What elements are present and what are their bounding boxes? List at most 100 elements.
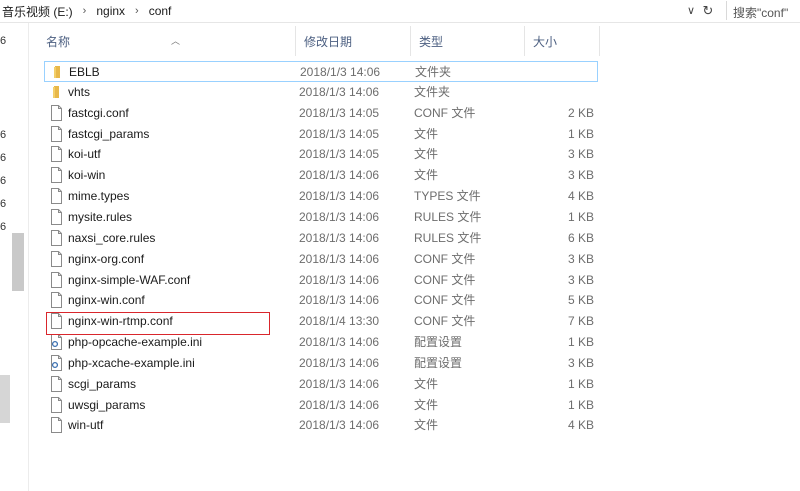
file-row[interactable]: fastcgi_params 2018/1/3 14:05 文件 1 KB bbox=[44, 124, 598, 145]
file-size: 6 KB bbox=[567, 230, 594, 245]
breadcrumb-nginx[interactable]: nginx bbox=[94, 4, 127, 18]
file-date: 2018/1/3 14:06 bbox=[299, 293, 380, 308]
file-row[interactable]: uwsgi_params 2018/1/3 14:06 文件 1 KB bbox=[44, 395, 598, 416]
file-name: koi-win bbox=[68, 168, 106, 183]
file-date: 2018/1/3 14:06 bbox=[299, 355, 380, 370]
file-icon bbox=[51, 271, 62, 288]
column-name-label: 名称 bbox=[46, 35, 71, 49]
file-row[interactable]: nginx-simple-WAF.conf 2018/1/3 14:06 CONF … bbox=[44, 270, 598, 291]
column-size[interactable]: 大小 bbox=[525, 26, 600, 56]
navigation-pane[interactable]: 6 6 6 6 6 6 bbox=[0, 23, 29, 491]
nav-scrollbar-thumb[interactable] bbox=[12, 233, 24, 291]
file-date: 2018/1/3 14:05 bbox=[299, 105, 380, 120]
file-date: 2018/1/3 14:06 bbox=[299, 397, 380, 412]
file-row[interactable]: naxsi_core.rules 2018/1/3 14:06 RULES 文件 6 … bbox=[44, 228, 598, 249]
file-type: 配置设置 bbox=[414, 335, 463, 350]
file-type: TYPES 文件 bbox=[414, 189, 481, 204]
file-row[interactable]: koi-win 2018/1/3 14:06 文件 3 KB bbox=[44, 165, 598, 186]
file-icon bbox=[51, 167, 62, 184]
file-row[interactable]: koi-utf 2018/1/3 14:05 文件 3 KB bbox=[44, 144, 598, 165]
file-date: 2018/1/3 14:05 bbox=[299, 126, 380, 141]
file-size: 4 KB bbox=[567, 418, 594, 433]
file-date: 2018/1/3 14:06 bbox=[299, 168, 380, 183]
breadcrumb-conf[interactable]: conf bbox=[147, 4, 174, 18]
file-type: CONF 文件 bbox=[414, 251, 476, 266]
file-row[interactable]: mime.types 2018/1/3 14:06 TYPES 文件 4 KB bbox=[44, 186, 598, 207]
column-name[interactable]: 名称 ︿ bbox=[38, 26, 296, 56]
file-date: 2018/1/3 14:06 bbox=[299, 84, 380, 99]
file-type: CONF 文件 bbox=[414, 314, 476, 329]
file-row[interactable]: mysite.rules 2018/1/3 14:06 RULES 文件 1 KB bbox=[44, 207, 598, 228]
file-name: php-opcache-example.ini bbox=[68, 335, 203, 350]
file-row[interactable]: scgi_params 2018/1/3 14:06 文件 1 KB bbox=[44, 374, 598, 395]
nav-item[interactable]: 6 bbox=[0, 35, 6, 47]
file-name: uwsgi_params bbox=[68, 397, 146, 412]
file-row[interactable]: vhts 2018/1/3 14:06 文件夹 bbox=[44, 82, 598, 103]
file-size: 1 KB bbox=[567, 335, 594, 350]
file-icon bbox=[51, 292, 62, 309]
file-date: 2018/1/3 14:06 bbox=[299, 230, 380, 245]
file-size: 2 KB bbox=[567, 105, 594, 120]
file-row[interactable]: EBLB 2018/1/3 14:06 文件夹 bbox=[44, 61, 598, 82]
chevron-down-icon[interactable]: ∨ bbox=[684, 2, 698, 20]
breadcrumb-drive[interactable]: 音乐视频 (E:) bbox=[0, 3, 75, 20]
file-icon bbox=[51, 229, 62, 246]
file-name: php-xcache-example.ini bbox=[68, 355, 195, 370]
file-row[interactable]: nginx-win.conf 2018/1/3 14:06 CONF 文件 5 KB bbox=[44, 290, 598, 311]
file-date: 2018/1/3 14:06 bbox=[299, 189, 380, 204]
file-date: 2018/1/3 14:06 bbox=[299, 335, 380, 350]
file-name: win-utf bbox=[68, 418, 104, 433]
nav-item[interactable]: 6 bbox=[0, 221, 6, 233]
file-date: 2018/1/3 14:06 bbox=[299, 418, 380, 433]
highlight-box bbox=[46, 312, 270, 335]
file-icon bbox=[51, 208, 62, 225]
file-icon bbox=[51, 188, 62, 205]
nav-item[interactable]: 6 bbox=[0, 152, 6, 164]
file-name: nginx-org.conf bbox=[68, 251, 145, 266]
file-size: 3 KB bbox=[567, 168, 594, 183]
sort-ascending-icon: ︿ bbox=[171, 36, 181, 46]
file-name: nginx-win.conf bbox=[68, 293, 145, 308]
file-row[interactable]: win-utf 2018/1/3 14:06 文件 4 KB bbox=[44, 415, 598, 436]
file-name: vhts bbox=[68, 84, 91, 99]
file-type: 文件 bbox=[414, 126, 439, 141]
file-icon bbox=[51, 104, 62, 121]
chevron-right-icon[interactable]: › bbox=[75, 5, 95, 17]
folder-icon bbox=[53, 85, 59, 98]
file-type: 文件 bbox=[414, 418, 439, 433]
file-row[interactable]: nginx-org.conf 2018/1/3 14:06 CONF 文件 3 KB bbox=[44, 249, 598, 270]
file-row[interactable]: php-opcache-example.ini 2018/1/3 14:06 配置设… bbox=[44, 332, 598, 353]
file-type: 文件 bbox=[414, 168, 439, 183]
address-bar: 音乐视频 (E:) › nginx › conf ∨ ↻ 搜索"conf" bbox=[0, 0, 800, 23]
file-name: mysite.rules bbox=[68, 209, 133, 224]
file-size: 3 KB bbox=[567, 147, 594, 162]
nav-item[interactable]: 6 bbox=[0, 175, 6, 187]
file-date: 2018/1/4 13:30 bbox=[299, 314, 380, 329]
file-size: 5 KB bbox=[567, 293, 594, 308]
file-row[interactable]: fastcgi.conf 2018/1/3 14:05 CONF 文件 2 KB bbox=[44, 103, 598, 124]
breadcrumb[interactable]: 音乐视频 (E:) › nginx › conf bbox=[0, 3, 173, 19]
file-name: nginx-simple-WAF.conf bbox=[68, 272, 191, 287]
search-input[interactable]: 搜索"conf" bbox=[733, 4, 788, 21]
file-name: EBLB bbox=[69, 65, 100, 79]
file-date: 2018/1/3 14:06 bbox=[300, 65, 381, 79]
refresh-icon[interactable]: ↻ bbox=[700, 2, 716, 20]
file-date: 2018/1/3 14:06 bbox=[299, 251, 380, 266]
search-box[interactable]: 搜索"conf" bbox=[726, 1, 800, 20]
nav-item[interactable]: 6 bbox=[0, 198, 6, 210]
file-icon bbox=[51, 375, 62, 392]
file-size: 3 KB bbox=[567, 355, 594, 370]
file-date: 2018/1/3 14:05 bbox=[299, 147, 380, 162]
nav-item[interactable]: 6 bbox=[0, 129, 6, 141]
file-name: fastcgi_params bbox=[68, 126, 150, 141]
chevron-right-icon[interactable]: › bbox=[127, 5, 147, 17]
file-size: 1 KB bbox=[567, 209, 594, 224]
file-row[interactable]: php-xcache-example.ini 2018/1/3 14:06 配置设置… bbox=[44, 353, 598, 374]
file-name: koi-utf bbox=[68, 147, 101, 162]
column-modified[interactable]: 修改日期 bbox=[296, 26, 411, 56]
nav-scrollbar-track[interactable] bbox=[0, 375, 10, 423]
file-name: mime.types bbox=[68, 189, 130, 204]
column-type[interactable]: 类型 bbox=[411, 26, 525, 56]
file-size: 3 KB bbox=[567, 251, 594, 266]
file-type: RULES 文件 bbox=[414, 209, 482, 224]
